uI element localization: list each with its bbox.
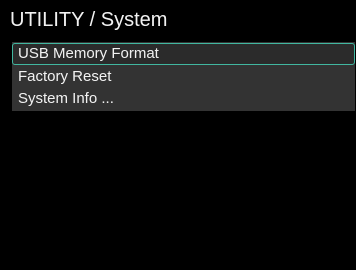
menu-item-factory-reset[interactable]: Factory Reset (12, 66, 355, 88)
menu-item-system-info[interactable]: System Info ... (12, 88, 355, 110)
system-menu: USB Memory Format Factory Reset System I… (12, 42, 355, 111)
device-screen: UTILITY / System USB Memory Format Facto… (0, 0, 356, 270)
page-title: UTILITY / System (10, 9, 168, 31)
menu-item-usb-memory-format[interactable]: USB Memory Format (12, 43, 355, 65)
